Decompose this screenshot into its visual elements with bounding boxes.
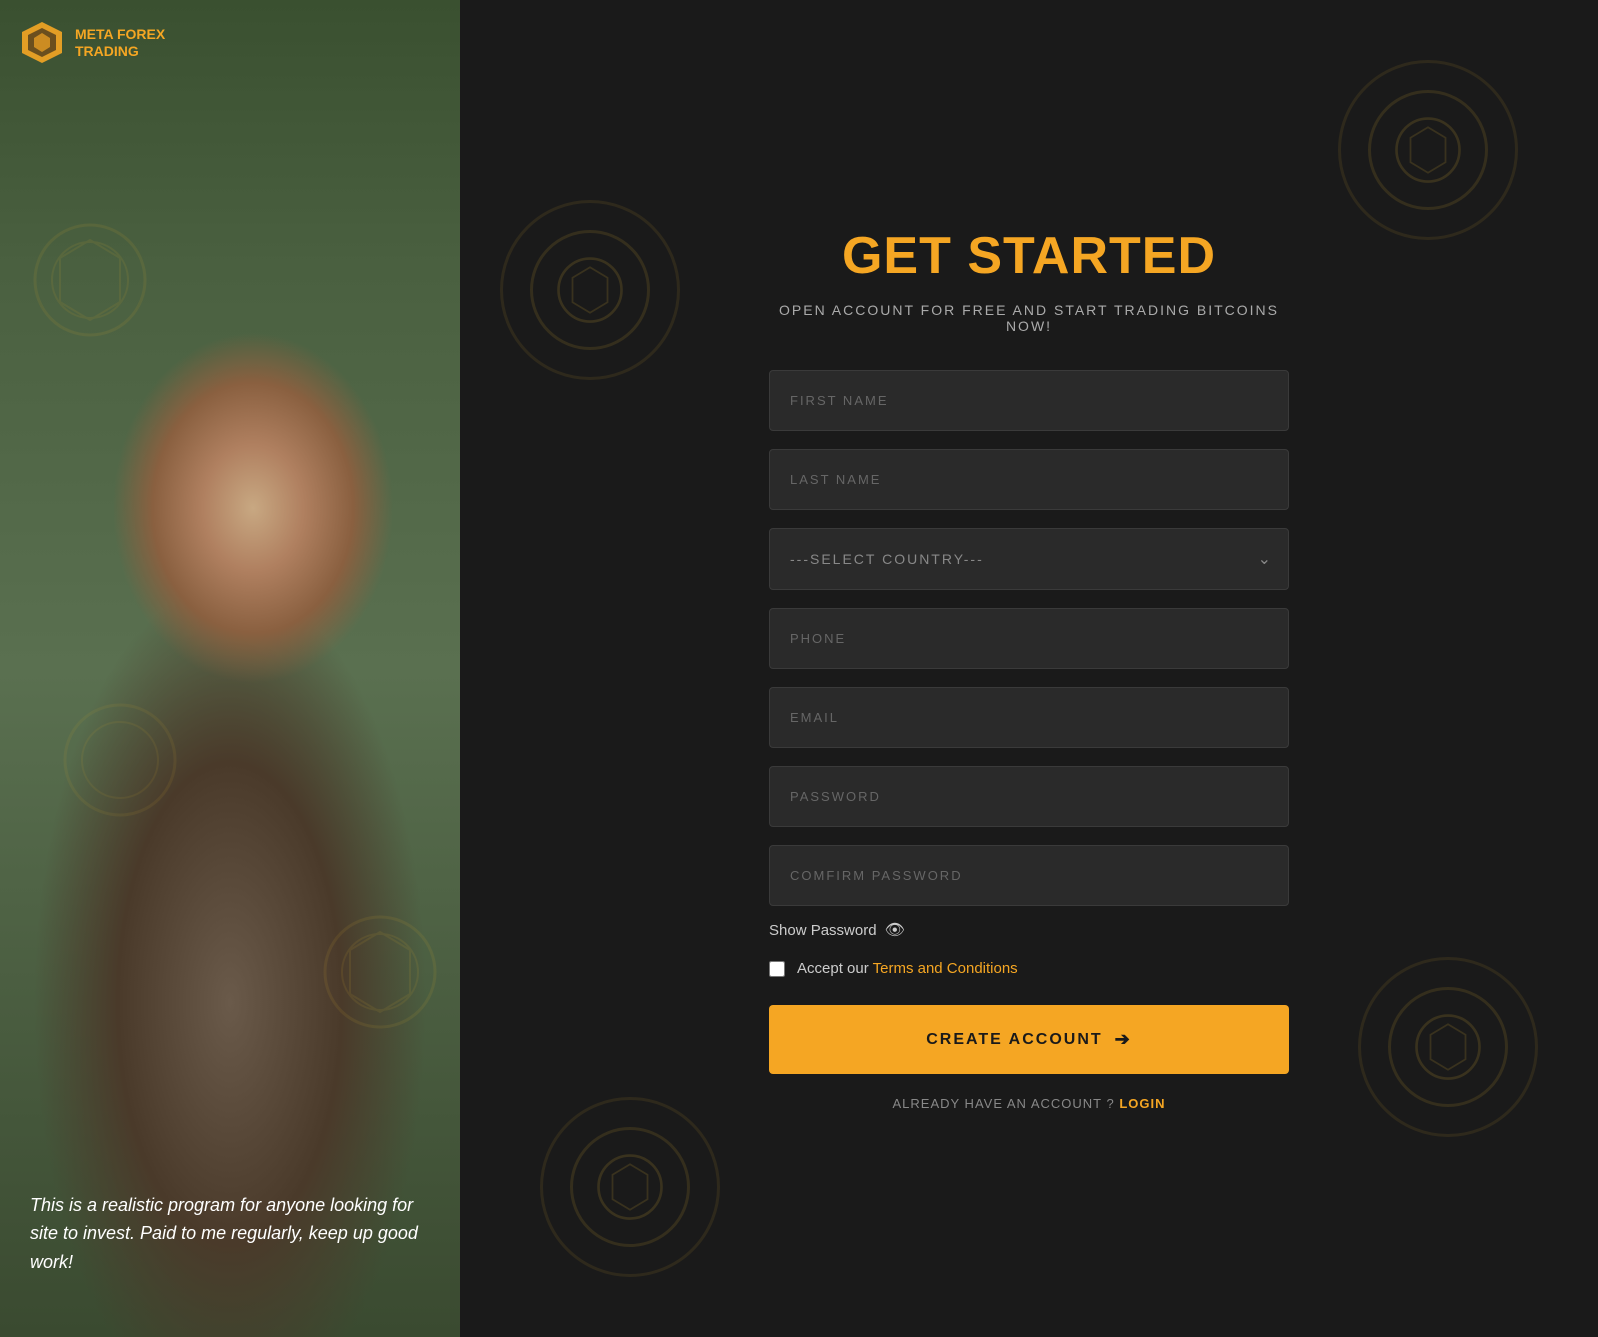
left-panel: META FOREX TRADING This is a realistic p…	[0, 0, 460, 1337]
watermark-br	[1358, 957, 1538, 1137]
create-account-button[interactable]: CREATE ACCOUNT ➔	[769, 1005, 1289, 1074]
form-container: GET STARTED OPEN ACCOUNT FOR FREE AND ST…	[769, 226, 1289, 1111]
terms-row: Accept our Terms and Conditions	[769, 960, 1289, 977]
email-input[interactable]	[769, 687, 1289, 748]
phone-input[interactable]	[769, 608, 1289, 669]
watermark-bottom-right	[320, 912, 440, 1037]
watermark-mid-left	[60, 700, 180, 825]
login-prefix: ALREADY HAVE AN ACCOUNT ?	[892, 1096, 1114, 1111]
watermark-tl	[500, 200, 680, 380]
confirm-password-input[interactable]	[769, 845, 1289, 906]
terms-link[interactable]: Terms and Conditions	[873, 960, 1018, 977]
brand-logo-icon	[20, 20, 65, 65]
password-input[interactable]	[769, 766, 1289, 827]
watermark-bl	[540, 1097, 720, 1277]
create-account-label: CREATE ACCOUNT	[926, 1031, 1102, 1049]
eye-icon: 👁	[885, 920, 905, 940]
brand-name: META FOREX TRADING	[75, 26, 165, 60]
arrow-right-icon: ➔	[1115, 1029, 1132, 1050]
terms-checkbox[interactable]	[769, 961, 785, 977]
watermark-top-left	[30, 220, 150, 345]
terms-label: Accept our Terms and Conditions	[797, 960, 1018, 977]
testimonial-text: This is a realistic program for anyone l…	[30, 1191, 430, 1277]
login-link[interactable]: LOGIN	[1119, 1096, 1165, 1111]
country-select-wrapper: ---Select Country--- United States Unite…	[769, 528, 1289, 590]
first-name-input[interactable]	[769, 370, 1289, 431]
last-name-input[interactable]	[769, 449, 1289, 510]
show-password-row: Show Password 👁	[769, 920, 1289, 940]
login-row: ALREADY HAVE AN ACCOUNT ? LOGIN	[769, 1096, 1289, 1111]
show-password-label[interactable]: Show Password 👁	[769, 920, 905, 940]
logo-area: META FOREX TRADING	[20, 20, 165, 65]
watermark-tr	[1338, 60, 1518, 240]
country-select[interactable]: ---Select Country--- United States Unite…	[769, 528, 1289, 590]
background-image	[0, 0, 460, 1337]
right-panel: GET STARTED OPEN ACCOUNT FOR FREE AND ST…	[460, 0, 1598, 1337]
page-subtitle: OPEN ACCOUNT FOR FREE AND START TRADING …	[769, 302, 1289, 334]
page-title: GET STARTED	[769, 226, 1289, 286]
